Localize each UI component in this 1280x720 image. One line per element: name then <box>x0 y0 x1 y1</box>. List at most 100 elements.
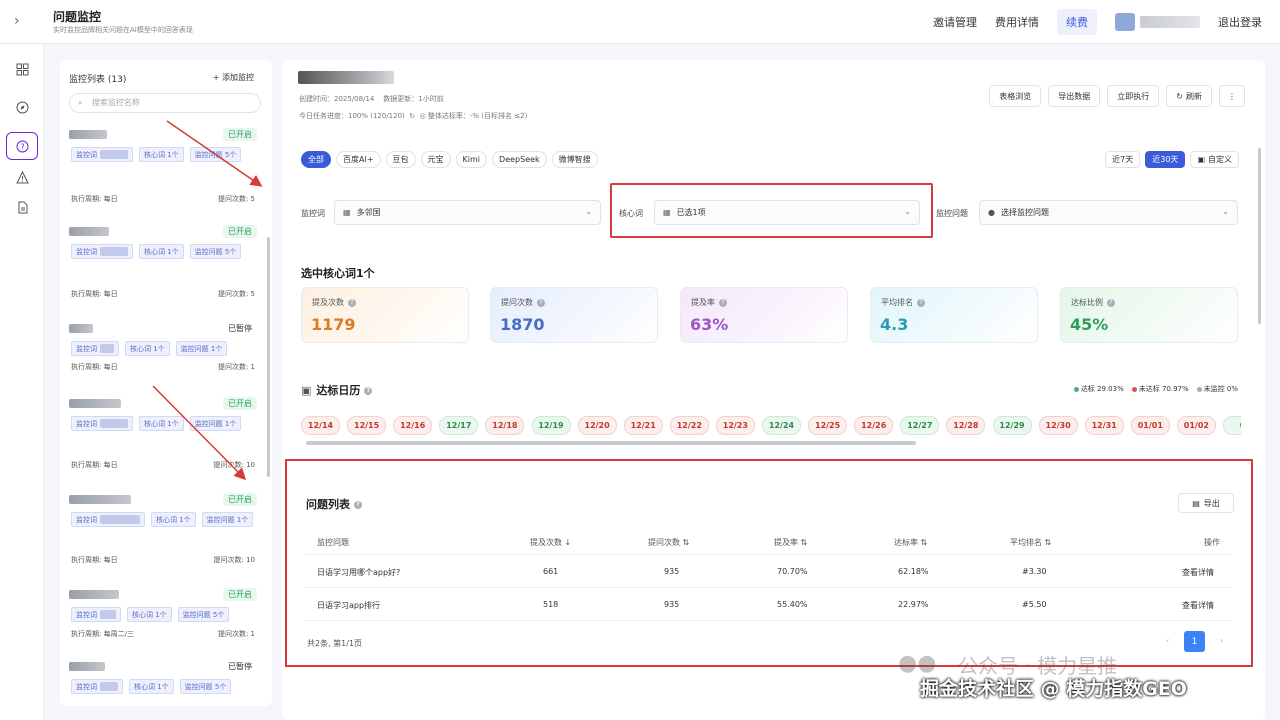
calendar-date-fail[interactable]: 12/26 <box>854 416 894 435</box>
calendar-date-fail[interactable]: 12/21 <box>623 416 663 435</box>
calendar-date-fail[interactable]: 12/15 <box>347 416 387 435</box>
calendar-date-pass[interactable]: 12/19 <box>531 416 571 435</box>
chip-all[interactable]: 全部 <box>301 151 331 168</box>
calendar-heading: ▣ 达标日历? <box>301 382 373 398</box>
question-list-panel <box>285 459 1253 667</box>
col-avg-rank[interactable]: 平均排名 ⇅ <box>1010 537 1051 548</box>
range-custom[interactable]: ▣ 自定义 <box>1190 151 1239 168</box>
calendar-date-fail[interactable]: 12/31 <box>1084 416 1124 435</box>
chip-baidu[interactable]: 百度AI+ <box>336 151 381 168</box>
core-word-tag: 核心词 1个 <box>129 679 174 694</box>
detail-actions: 表格浏览 导出数据 立即执行 ↻ 刷新 ⋮ <box>989 85 1245 107</box>
divider <box>305 620 1232 621</box>
top-bar: › 问题监控 实时监控品牌相关问题在AI模型中的回答表现 邀请管理 费用详情 续… <box>0 0 1280 44</box>
renew-button[interactable]: 续费 <box>1057 9 1097 35</box>
calendar-date-fail[interactable]: 12/16 <box>393 416 433 435</box>
calendar-date-fail[interactable]: 12/18 <box>485 416 525 435</box>
detail-scrollbar[interactable] <box>1258 148 1261 324</box>
calendar-date-fail[interactable]: 12/28 <box>946 416 986 435</box>
calendar-date-fail[interactable]: 01/02 <box>1176 416 1216 435</box>
monitor-word-select[interactable]: ▦ 多邻国 ⌄ <box>334 200 601 225</box>
calendar-date-pass[interactable]: 12/29 <box>992 416 1032 435</box>
status-badge: 已开启 <box>223 588 257 601</box>
target-icon: ◎ <box>419 112 426 120</box>
stat-card-mention-rate: 提及率? 63% <box>680 287 848 343</box>
add-monitor-button[interactable]: + 添加监控 <box>213 72 254 83</box>
calendar-date-fail[interactable]: 12/23 <box>715 416 755 435</box>
view-details-link[interactable]: 查看详情 <box>1182 567 1214 578</box>
page-1-button[interactable]: 1 <box>1184 631 1205 652</box>
chip-doubao[interactable]: 豆包 <box>385 151 416 168</box>
next-page-button[interactable]: › <box>1220 636 1223 645</box>
monitor-name-blurred <box>69 590 119 599</box>
question-list-heading: 问题列表? <box>306 496 362 512</box>
collapse-chevron-icon[interactable]: › <box>14 13 20 29</box>
stat-card-avg-rank: 平均排名? 4.3 <box>870 287 1038 343</box>
question-tag: 监控问题 5个 <box>189 244 242 259</box>
help-icon: ? <box>537 298 545 307</box>
calendar-icon: ▣ <box>301 384 312 397</box>
monitor-title-blurred <box>298 71 394 84</box>
monitor-list-panel: 监控列表 (13) + 添加监控 ⌕ 搜索监控名称 已开启 监控词 核心词 1个… <box>60 60 272 706</box>
divider <box>305 554 1232 555</box>
export-button[interactable]: ▤ 导出 <box>1178 493 1234 513</box>
monitor-name-blurred <box>69 324 93 333</box>
calendar-date-fail[interactable]: 12/30 <box>1038 416 1078 435</box>
prev-page-button[interactable]: ‹ <box>1166 636 1169 645</box>
calendar-date-fail[interactable]: 01/01 <box>1130 416 1170 435</box>
warning-icon[interactable] <box>12 167 32 187</box>
invite-management-link[interactable]: 邀请管理 <box>933 14 977 30</box>
chip-kimi[interactable]: Kimi <box>455 151 488 168</box>
col-mention-rate[interactable]: 提及率 ⇅ <box>774 537 807 548</box>
col-questions[interactable]: 提问次数 ⇅ <box>648 537 689 548</box>
status-badge: 已暂停 <box>228 324 252 333</box>
monitor-footer: 执行周期: 每日 提问次数: 5 <box>71 290 255 298</box>
core-word-tag: 核心词 1个 <box>151 512 196 527</box>
billing-details-link[interactable]: 费用详情 <box>995 14 1039 30</box>
calendar-date-fail[interactable]: 12/20 <box>577 416 617 435</box>
chip-deepseek[interactable]: DeepSeek <box>492 151 547 168</box>
col-pass-rate[interactable]: 达标率 ⇅ <box>894 537 927 548</box>
monitor-word-tag: 监控词 <box>71 416 133 431</box>
help-icon: ? <box>917 298 925 307</box>
help-icon: ? <box>719 298 727 307</box>
chip-yuanbao[interactable]: 元宝 <box>420 151 451 168</box>
view-details-link[interactable]: 查看详情 <box>1182 600 1214 611</box>
dashboard-grid-icon[interactable] <box>12 59 32 79</box>
document-icon[interactable] <box>12 197 32 217</box>
table-view-button[interactable]: 表格浏览 <box>989 85 1042 107</box>
highlight-box-core-word <box>610 183 933 238</box>
calendar-date-fail[interactable]: 12/14 <box>301 416 340 435</box>
calendar-scrollbar[interactable] <box>306 441 916 445</box>
col-mentions[interactable]: 提及次数 ↓ <box>530 537 571 548</box>
more-options-button[interactable]: ⋮ <box>1219 85 1245 107</box>
export-data-button[interactable]: 导出数据 <box>1048 85 1101 107</box>
export-icon: ▤ <box>1192 498 1200 508</box>
chip-weibo[interactable]: 微博智搜 <box>551 151 598 168</box>
question-monitor-icon[interactable]: ? <box>6 132 38 160</box>
run-now-button[interactable]: 立即执行 <box>1107 85 1160 107</box>
range-30-days[interactable]: 近30天 <box>1145 151 1186 168</box>
monitor-word-tag: 监控词 <box>71 244 133 259</box>
status-badge: 已暂停 <box>228 662 252 671</box>
monitor-word-tag: 监控词 <box>71 147 133 162</box>
logout-link[interactable]: 退出登录 <box>1218 14 1262 30</box>
app-subtitle: 实时监控品牌相关问题在AI模型中的回答表现 <box>53 26 193 34</box>
calendar-date-fail[interactable]: 12/22 <box>669 416 709 435</box>
calendar-date-fail[interactable]: 12/25 <box>808 416 848 435</box>
compass-icon[interactable] <box>12 97 32 117</box>
calendar-icon: ▣ <box>1197 155 1205 164</box>
user-profile[interactable] <box>1115 13 1200 31</box>
monitor-name-blurred <box>69 495 131 504</box>
monitor-search-input[interactable]: ⌕ 搜索监控名称 <box>69 93 261 113</box>
monitor-list-scrollbar[interactable] <box>267 237 270 477</box>
refresh-button[interactable]: ↻ 刷新 <box>1166 85 1212 107</box>
range-7-days[interactable]: 近7天 <box>1105 151 1141 168</box>
calendar-date-pass[interactable]: 0 <box>1223 416 1241 435</box>
grid-icon: ▦ <box>343 208 351 217</box>
question-select[interactable]: ● 选择监控问题 ⌄ <box>979 200 1238 225</box>
calendar-date-pass[interactable]: 12/17 <box>439 416 479 435</box>
calendar-date-pass[interactable]: 12/27 <box>900 416 940 435</box>
help-icon: ? <box>348 298 356 307</box>
calendar-date-pass[interactable]: 12/24 <box>762 416 801 435</box>
